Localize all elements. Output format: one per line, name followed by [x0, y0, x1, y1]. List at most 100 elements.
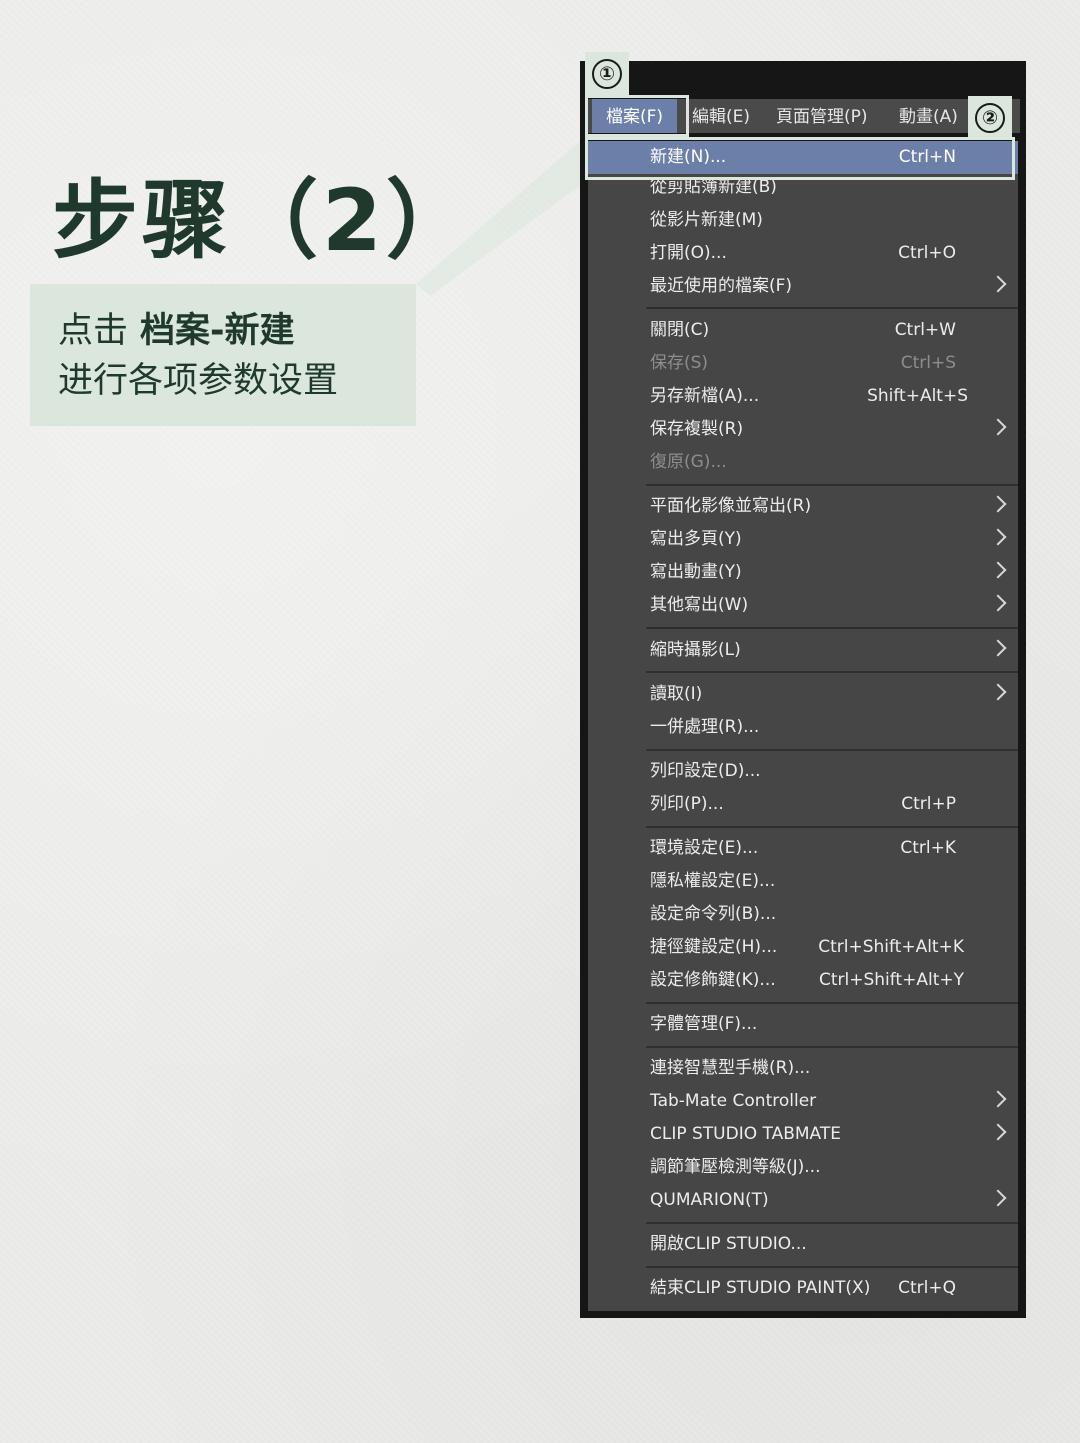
menu-item-label: 設定命令列(B)...: [650, 904, 777, 924]
menu-item-shortcut: Ctrl+Shift+Alt+K: [818, 937, 964, 957]
chevron-right-icon: [989, 561, 1007, 579]
menu-item-recent-files[interactable]: 最近使用的檔案(F): [588, 270, 1018, 303]
menu-separator: [646, 484, 1018, 486]
menu-item-open[interactable]: 打開(O)... Ctrl+O: [588, 237, 1018, 270]
menu-item-flatten-export[interactable]: 平面化影像並寫出(R): [588, 490, 1018, 523]
menu-item-other-export[interactable]: 其他寫出(W): [588, 589, 1018, 622]
menu-item-label: 關閉(C): [650, 320, 710, 340]
instruction-emphasis: 档案-新建: [140, 311, 295, 351]
menu-item-export-animation[interactable]: 寫出動畫(Y): [588, 556, 1018, 589]
menubar-item-page[interactable]: 頁面管理(P): [776, 99, 868, 133]
menu-item-preferences[interactable]: 環境設定(E)... Ctrl+K: [588, 832, 1018, 865]
file-menu-highlight-box: [585, 95, 689, 137]
menu-item-open-clip-studio[interactable]: 開啟CLIP STUDIO...: [588, 1228, 1018, 1261]
menu-item-label: 另存新檔(A)...: [650, 386, 760, 406]
menu-item-batch-process[interactable]: 一併處理(R)...: [588, 711, 1018, 744]
menu-item-label: CLIP STUDIO TABMATE: [650, 1124, 841, 1144]
chevron-right-icon: [989, 1189, 1007, 1207]
menu-separator: [646, 749, 1018, 751]
menu-separator: [646, 1266, 1018, 1268]
chevron-right-icon: [989, 683, 1007, 701]
menu-item-label: 最近使用的檔案(F): [650, 276, 793, 296]
menu-separator: [646, 627, 1018, 629]
menu-item-shortcut: Ctrl+W: [894, 320, 956, 340]
menu-item-import[interactable]: 讀取(I): [588, 678, 1018, 711]
menu-separator: [646, 1046, 1018, 1048]
menu-item-command-bar-settings[interactable]: 設定命令列(B)...: [588, 898, 1018, 931]
menu-item-qumarion[interactable]: QUMARION(T): [588, 1184, 1018, 1217]
menu-item-revert: 復原(G)...: [588, 446, 1018, 479]
menubar-item-animation[interactable]: 動畫(A): [899, 99, 958, 133]
menubar-item-edit[interactable]: 編輯(E): [692, 99, 750, 133]
menu-item-new-from-video[interactable]: 從影片新建(M): [588, 204, 1018, 237]
menu-item-shortcut: Ctrl+Shift+Alt+Y: [818, 970, 964, 990]
page-title: 步骤（2）: [52, 171, 476, 271]
menu-item-label: 結束CLIP STUDIO PAINT(X): [650, 1278, 871, 1298]
menu-item-label: 寫出動畫(Y): [650, 562, 742, 582]
menu-item-label: 字體管理(F)...: [650, 1014, 758, 1034]
menu-item-label: 縮時攝影(L): [650, 640, 741, 660]
new-item-highlight-box: [585, 137, 1015, 180]
menu-item-tab-mate-controller[interactable]: Tab-Mate Controller: [588, 1085, 1018, 1118]
menu-item-timelapse[interactable]: 縮時攝影(L): [588, 634, 1018, 667]
step-number-1: ①: [592, 59, 622, 89]
menu-item-font-management[interactable]: 字體管理(F)...: [588, 1008, 1018, 1041]
menu-item-shortcut: Shift+Alt+S: [867, 386, 968, 406]
menu-item-label: 保存複製(R): [650, 419, 744, 439]
menu-item-shortcut-settings[interactable]: 捷徑鍵設定(H)... Ctrl+Shift+Alt+K: [588, 931, 1018, 964]
menu-item-close[interactable]: 關閉(C) Ctrl+W: [588, 314, 1018, 347]
menu-separator: [646, 1222, 1018, 1224]
menu-item-save-as[interactable]: 另存新檔(A)... Shift+Alt+S: [588, 380, 1018, 413]
menu-item-label: 隱私權設定(E)...: [650, 871, 776, 891]
menu-item-label: 寫出多頁(Y): [650, 529, 742, 549]
step-badge-2: ②: [968, 96, 1012, 140]
chevron-right-icon: [989, 275, 1007, 293]
step-badge-1: ①: [585, 52, 629, 96]
menu-item-privacy-settings[interactable]: 隱私權設定(E)...: [588, 865, 1018, 898]
menu-separator: [646, 826, 1018, 828]
menu-item-label: 平面化影像並寫出(R): [650, 496, 812, 516]
menu-item-label: 保存(S): [650, 353, 709, 373]
menu-item-clip-studio-tabmate[interactable]: CLIP STUDIO TABMATE: [588, 1118, 1018, 1151]
chevron-right-icon: [989, 639, 1007, 657]
instruction-line-2: 进行各项参数设置: [58, 361, 339, 401]
menu-item-modifier-key-settings[interactable]: 設定修飾鍵(K)... Ctrl+Shift+Alt+Y: [588, 964, 1018, 997]
menu-item-export-multiple-pages[interactable]: 寫出多頁(Y): [588, 523, 1018, 556]
chevron-right-icon: [989, 495, 1007, 513]
menu-item-label: 捷徑鍵設定(H)...: [650, 937, 778, 957]
menu-item-label: 連接智慧型手機(R)...: [650, 1058, 811, 1078]
menu-item-label: Tab-Mate Controller: [650, 1091, 817, 1111]
chevron-right-icon: [989, 1123, 1007, 1141]
instruction-callout: 点击 档案-新建 进行各项参数设置: [30, 284, 416, 426]
menu-item-label: 列印(P)...: [650, 794, 724, 814]
chevron-right-icon: [989, 594, 1007, 612]
menu-item-label: 設定修飾鍵(K)...: [650, 970, 776, 990]
menu-item-shortcut: Ctrl+Q: [898, 1278, 956, 1298]
menu-item-label: 開啟CLIP STUDIO...: [650, 1234, 807, 1254]
chevron-right-icon: [989, 418, 1007, 436]
menu-item-shortcut: Ctrl+S: [900, 353, 956, 373]
menu-item-label: 環境設定(E)...: [650, 838, 759, 858]
menu-item-save-copy[interactable]: 保存複製(R): [588, 413, 1018, 446]
menu-item-label: 從影片新建(M): [650, 210, 763, 230]
menu-item-label: 復原(G)...: [650, 452, 727, 472]
instruction-line-1: 点击 档案-新建: [58, 306, 416, 356]
menu-item-label: 調節筆壓檢測等級(J)...: [650, 1157, 821, 1177]
menu-item-label: 一併處理(R)...: [650, 717, 760, 737]
step-number-2: ②: [975, 103, 1005, 133]
chevron-right-icon: [989, 1090, 1007, 1108]
menu-item-label: 其他寫出(W): [650, 595, 749, 615]
menu-item-connect-smartphone[interactable]: 連接智慧型手機(R)...: [588, 1052, 1018, 1085]
menu-item-label: 列印設定(D)...: [650, 761, 761, 781]
menu-item-exit[interactable]: 結束CLIP STUDIO PAINT(X) Ctrl+Q: [588, 1272, 1018, 1305]
menu-separator: [646, 1002, 1018, 1004]
menu-separator: [646, 307, 1018, 309]
file-menu-dropdown: 新建(N)... Ctrl+N 從剪貼簿新建(B) 從影片新建(M) 打開(O)…: [588, 141, 1018, 1311]
menu-item-label: 打開(O)...: [650, 243, 727, 263]
menu-item-pen-pressure[interactable]: 調節筆壓檢測等級(J)...: [588, 1151, 1018, 1184]
menu-window: 檔案(F) 編輯(E) 頁面管理(P) 動畫(A) 新建(N)... Ctrl+…: [580, 61, 1026, 1318]
menu-item-print[interactable]: 列印(P)... Ctrl+P: [588, 788, 1018, 821]
menu-item-shortcut: Ctrl+P: [901, 794, 956, 814]
menu-item-label: QUMARION(T): [650, 1190, 769, 1210]
menu-item-print-settings[interactable]: 列印設定(D)...: [588, 755, 1018, 788]
